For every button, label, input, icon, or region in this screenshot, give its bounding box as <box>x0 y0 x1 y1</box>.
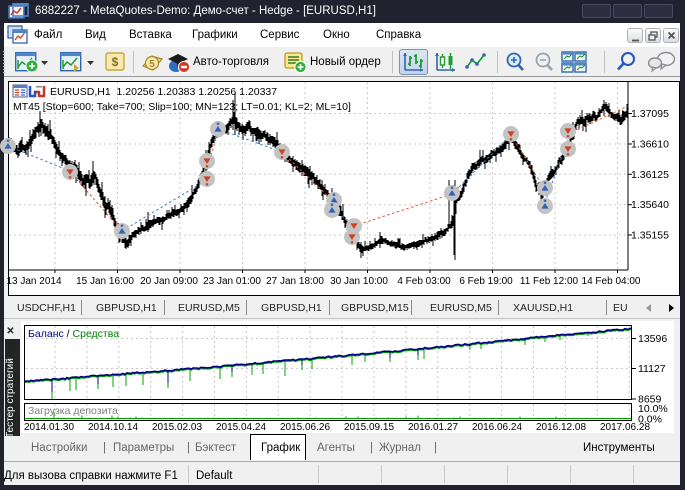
svg-text:2016.12.08: 2016.12.08 <box>536 422 586 433</box>
svg-text:MT45 [Stop=600; Take=700; Slip: MT45 [Stop=600; Take=700; Slip=100; MN=1… <box>13 101 351 113</box>
svg-text:1.35640: 1.35640 <box>631 199 669 211</box>
svg-text:1.36610: 1.36610 <box>631 139 669 151</box>
svg-text:Баланс / Средства: Баланс / Средства <box>28 328 119 340</box>
svg-text:1.37095: 1.37095 <box>631 108 669 120</box>
svg-text:Загрузка депозита: Загрузка депозита <box>28 405 118 417</box>
svg-text:14 Feb 04:00: 14 Feb 04:00 <box>582 276 641 287</box>
svg-text:27 Jan 18:00: 27 Jan 18:00 <box>266 276 324 287</box>
svg-text:6 Feb 19:00: 6 Feb 19:00 <box>459 276 513 287</box>
svg-text:2014.10.14: 2014.10.14 <box>88 422 138 433</box>
svg-text:11 Feb 12:00: 11 Feb 12:00 <box>520 276 579 287</box>
svg-text:2015.04.24: 2015.04.24 <box>216 422 266 433</box>
svg-text:13596: 13596 <box>638 333 667 345</box>
svg-text:15 Jan 16:00: 15 Jan 16:00 <box>76 276 134 287</box>
svg-text:1.35155: 1.35155 <box>631 230 669 242</box>
svg-text:20 Jan 09:00: 20 Jan 09:00 <box>140 276 198 287</box>
svg-text:2016.06.24: 2016.06.24 <box>472 422 522 433</box>
svg-text:23 Jan 01:00: 23 Jan 01:00 <box>203 276 261 287</box>
svg-text:2015.09.15: 2015.09.15 <box>344 422 394 433</box>
svg-text:EURUSD,H1 1.20256 1.20383 1.2: EURUSD,H1 1.20256 1.20383 1.20256 1.2033… <box>50 86 277 98</box>
svg-text:1.36125: 1.36125 <box>631 169 669 181</box>
svg-text:13 Jan 2014: 13 Jan 2014 <box>6 276 61 287</box>
svg-text:2014.01.30: 2014.01.30 <box>24 422 74 433</box>
svg-text:30 Jan 10:00: 30 Jan 10:00 <box>330 276 388 287</box>
svg-text:2016.01.27: 2016.01.27 <box>408 422 458 433</box>
svg-text:2017.06.28: 2017.06.28 <box>600 422 650 433</box>
svg-text:11127: 11127 <box>638 363 666 375</box>
svg-text:2015.06.26: 2015.06.26 <box>280 422 330 433</box>
svg-text:2015.02.03: 2015.02.03 <box>152 422 202 433</box>
svg-text:4 Feb 03:00: 4 Feb 03:00 <box>397 276 451 287</box>
